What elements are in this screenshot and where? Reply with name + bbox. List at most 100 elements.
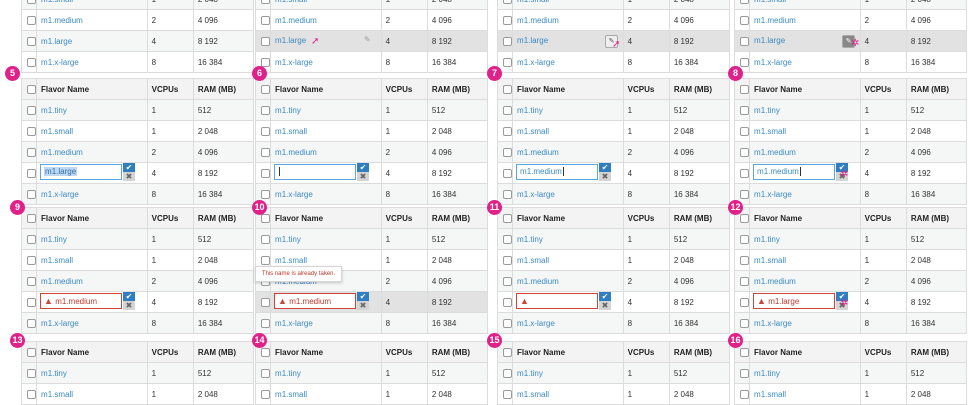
flavor-name-link[interactable]: m1.tiny <box>754 235 780 244</box>
flavor-name-input[interactable]: m1.medium <box>753 164 836 180</box>
row-checkbox[interactable] <box>740 318 749 328</box>
cancel-icon[interactable]: ✖ <box>123 172 136 181</box>
check-icon[interactable]: ✔ <box>123 292 136 301</box>
column-header-vcpus[interactable]: VCPUs <box>622 207 670 229</box>
flavor-name-link[interactable]: m1.small <box>275 256 307 265</box>
row-checkbox[interactable] <box>503 147 512 157</box>
flavor-name-link[interactable]: m1.medium <box>275 148 317 157</box>
row-checkbox[interactable] <box>503 368 512 378</box>
flavor-name-input[interactable]: m1.large <box>40 164 123 180</box>
flavor-name-link[interactable]: m1.tiny <box>41 369 67 378</box>
column-header-ram[interactable]: RAM (MB) <box>192 78 255 100</box>
check-icon[interactable]: ✔ <box>357 163 370 172</box>
flavor-name-input[interactable]: ▲ <box>516 293 599 309</box>
column-header-vcpus[interactable]: VCPUs <box>859 78 907 100</box>
flavor-name-link[interactable]: m1.x-large <box>41 319 79 328</box>
row-checkbox[interactable] <box>261 168 270 178</box>
check-icon[interactable]: ✔ <box>599 292 612 301</box>
row-checkbox[interactable] <box>740 189 749 199</box>
flavor-name-link[interactable]: m1.tiny <box>754 369 780 378</box>
row-checkbox[interactable] <box>27 189 36 199</box>
flavor-name-link[interactable]: m1.tiny <box>41 106 67 115</box>
column-header-vcpus[interactable]: VCPUs <box>622 78 670 100</box>
column-header-vcpus[interactable]: VCPUs <box>380 341 428 363</box>
row-checkbox[interactable] <box>503 168 512 178</box>
column-header-vcpus[interactable]: VCPUs <box>380 207 428 229</box>
row-checkbox[interactable] <box>27 276 36 286</box>
flavor-name-link[interactable]: m1.large <box>754 36 785 45</box>
flavor-name-link[interactable]: m1.x-large <box>41 190 79 199</box>
column-header-ram[interactable]: RAM (MB) <box>668 341 731 363</box>
select-all-checkbox[interactable] <box>740 213 749 223</box>
row-checkbox[interactable] <box>740 297 749 307</box>
column-header-flavor-name[interactable]: Flavor Name <box>749 207 861 229</box>
cancel-icon[interactable]: ✖ <box>357 172 370 181</box>
row-checkbox[interactable] <box>261 234 270 244</box>
select-all-checkbox[interactable] <box>503 347 512 357</box>
row-checkbox[interactable] <box>740 368 749 378</box>
column-header-flavor-name[interactable]: Flavor Name <box>36 207 148 229</box>
flavor-name-link[interactable]: m1.small <box>41 0 73 4</box>
flavor-name-link[interactable]: m1.small <box>754 127 786 136</box>
flavor-name-link[interactable]: m1.x-large <box>754 319 792 328</box>
flavor-name-link[interactable]: m1.medium <box>517 16 559 25</box>
flavor-name-link[interactable]: m1.x-large <box>754 58 792 67</box>
column-header-vcpus[interactable]: VCPUs <box>146 78 194 100</box>
row-checkbox[interactable] <box>503 276 512 286</box>
flavor-name-link[interactable]: m1.medium <box>41 148 83 157</box>
row-checkbox[interactable] <box>27 389 36 399</box>
row-checkbox[interactable] <box>503 318 512 328</box>
row-checkbox[interactable] <box>261 389 270 399</box>
flavor-name-link[interactable]: m1.small <box>275 0 307 4</box>
row-checkbox[interactable] <box>27 297 36 307</box>
column-header-vcpus[interactable]: VCPUs <box>622 341 670 363</box>
flavor-name-link[interactable]: m1.tiny <box>275 106 301 115</box>
row-checkbox[interactable] <box>503 36 512 46</box>
flavor-name-link[interactable]: m1.large <box>517 36 548 45</box>
column-header-ram[interactable]: RAM (MB) <box>668 78 731 100</box>
row-checkbox[interactable] <box>27 0 36 4</box>
row-checkbox[interactable] <box>261 36 270 46</box>
row-checkbox[interactable] <box>740 255 749 265</box>
flavor-name-link[interactable]: m1.small <box>41 390 73 399</box>
row-checkbox[interactable] <box>503 126 512 136</box>
row-checkbox[interactable] <box>503 0 512 4</box>
row-checkbox[interactable] <box>503 389 512 399</box>
row-checkbox[interactable] <box>261 126 270 136</box>
row-checkbox[interactable] <box>27 168 36 178</box>
row-checkbox[interactable] <box>740 234 749 244</box>
row-checkbox[interactable] <box>27 255 36 265</box>
flavor-name-link[interactable]: m1.medium <box>275 16 317 25</box>
flavor-name-input[interactable] <box>274 164 357 180</box>
row-checkbox[interactable] <box>261 0 270 4</box>
column-header-ram[interactable]: RAM (MB) <box>426 78 489 100</box>
column-header-flavor-name[interactable]: Flavor Name <box>270 341 382 363</box>
flavor-name-link[interactable]: m1.x-large <box>517 190 555 199</box>
flavor-name-link[interactable]: m1.tiny <box>275 235 301 244</box>
select-all-checkbox[interactable] <box>503 213 512 223</box>
row-checkbox[interactable] <box>503 189 512 199</box>
row-checkbox[interactable] <box>27 105 36 115</box>
flavor-name-link[interactable]: m1.x-large <box>275 190 313 199</box>
flavor-name-link[interactable]: m1.tiny <box>754 106 780 115</box>
column-header-vcpus[interactable]: VCPUs <box>146 341 194 363</box>
flavor-name-link[interactable]: m1.small <box>517 390 549 399</box>
flavor-name-link[interactable]: m1.tiny <box>275 369 301 378</box>
row-checkbox[interactable] <box>261 297 270 307</box>
column-header-flavor-name[interactable]: Flavor Name <box>749 341 861 363</box>
check-icon[interactable]: ✔ <box>357 292 370 301</box>
flavor-name-link[interactable]: m1.x-large <box>275 319 313 328</box>
row-checkbox[interactable] <box>261 255 270 265</box>
column-header-flavor-name[interactable]: Flavor Name <box>36 341 148 363</box>
column-header-vcpus[interactable]: VCPUs <box>859 341 907 363</box>
select-all-checkbox[interactable] <box>740 347 749 357</box>
column-header-flavor-name[interactable]: Flavor Name <box>512 341 624 363</box>
row-checkbox[interactable] <box>740 147 749 157</box>
flavor-name-link[interactable]: m1.x-large <box>517 58 555 67</box>
flavor-name-link[interactable]: m1.x-large <box>275 58 313 67</box>
row-checkbox[interactable] <box>261 189 270 199</box>
flavor-name-link[interactable]: m1.small <box>275 390 307 399</box>
flavor-name-link[interactable]: m1.tiny <box>517 369 543 378</box>
row-checkbox[interactable] <box>261 368 270 378</box>
row-checkbox[interactable] <box>503 57 512 67</box>
